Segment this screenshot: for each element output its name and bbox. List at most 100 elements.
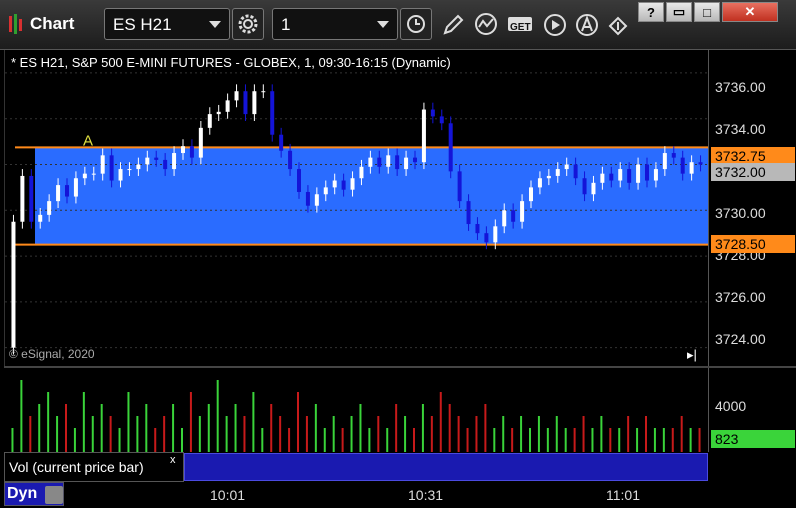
candle-body: [591, 182, 596, 195]
candle-body: [359, 166, 364, 179]
candle-body: [38, 214, 43, 222]
studies-button[interactable]: [472, 10, 502, 40]
candle-body: [288, 150, 293, 170]
window-title: Chart: [30, 14, 75, 33]
candle-body: [56, 185, 61, 202]
volume-legend-label: Vol (current price bar): [9, 459, 144, 475]
maximize-button[interactable]: □: [694, 2, 720, 22]
candle-body: [189, 146, 194, 158]
symbol-input[interactable]: ES H21: [104, 8, 230, 40]
candle-body: [413, 157, 417, 163]
candle-body: [636, 164, 641, 183]
candle-body: [29, 175, 34, 222]
candle-body: [680, 157, 685, 174]
draw-tool-button[interactable]: [438, 10, 468, 40]
lock-icon[interactable]: [45, 486, 63, 504]
candle-body: [582, 178, 587, 195]
maximize-label: □: [703, 4, 711, 20]
vol-tick-label: 4000: [715, 398, 747, 414]
volume-axis: 4000 823: [708, 368, 796, 452]
restore-button[interactable]: ▭: [666, 2, 692, 22]
corner-blank: [708, 452, 796, 508]
candle-body: [386, 155, 391, 167]
candle-body: [270, 91, 275, 135]
candle-body: [47, 201, 52, 215]
close-button[interactable]: ✕: [722, 2, 778, 22]
line-chart-icon: [475, 13, 497, 35]
time-template-button[interactable]: [400, 8, 432, 40]
candle-body: [225, 100, 230, 112]
candle-body: [118, 169, 123, 181]
interval-input[interactable]: 1: [272, 8, 398, 40]
symbol-value: ES H21: [113, 15, 172, 34]
candle-body: [100, 155, 105, 174]
volume-pane[interactable]: [4, 368, 708, 452]
candle-body: [172, 153, 177, 170]
pencil-icon: [443, 14, 464, 35]
candle-body: [609, 173, 614, 181]
scroll-to-end-icon[interactable]: ▸|: [687, 347, 697, 363]
play-button[interactable]: [540, 10, 570, 40]
gear-icon: [238, 14, 258, 34]
candle-body: [350, 178, 355, 190]
get-data-button[interactable]: GET: [506, 10, 536, 40]
candle-body: [207, 114, 212, 128]
candle-body: [332, 180, 337, 188]
candle-body: [430, 109, 435, 117]
candle-body: [671, 153, 676, 158]
time-axis[interactable]: 10:01 10:31 11:01: [68, 482, 708, 508]
price-chart[interactable]: A: [5, 50, 709, 366]
candle-body: [511, 210, 516, 222]
candle-body: [65, 185, 69, 197]
candle-body: [136, 164, 141, 170]
candle-body: [520, 201, 525, 222]
y-tick-label: 3734.00: [715, 121, 766, 137]
candle-body: [529, 187, 533, 202]
candle-body: [314, 194, 319, 206]
candle-body: [73, 178, 78, 197]
candle-body: [216, 111, 221, 115]
get-label: GET: [510, 22, 531, 33]
candle-body: [234, 91, 239, 101]
candle-body: [305, 191, 310, 206]
candle-body: [537, 178, 542, 188]
price-axis[interactable]: 3736.00 3734.00 3730.00 3728.00 3726.00 …: [708, 50, 796, 366]
candle-body: [279, 134, 284, 151]
alert-a-icon: [576, 14, 598, 36]
candle-body: [82, 173, 87, 179]
settings-button[interactable]: [232, 8, 264, 40]
scroll-strip[interactable]: [184, 453, 708, 481]
chart-header: * ES H21, S&P 500 E-MINI FUTURES - GLOBE…: [11, 55, 451, 70]
alert-button[interactable]: [572, 10, 602, 40]
restore-label: ▭: [672, 4, 686, 19]
candle-body: [181, 146, 185, 154]
candle-body: [627, 169, 632, 183]
vol-last-tag: 823: [711, 430, 795, 448]
link-arrows-icon: [608, 16, 628, 36]
chevron-down-icon[interactable]: [209, 21, 221, 28]
x-tick-label: 11:01: [606, 487, 640, 503]
volume-legend[interactable]: Vol (current price bar): [4, 452, 184, 482]
close-study-icon[interactable]: x: [170, 454, 176, 466]
candle-body: [154, 157, 159, 160]
x-tick-label: 10:31: [408, 487, 444, 503]
candle-body: [698, 162, 703, 165]
candle-body: [323, 187, 328, 195]
candle-body: [145, 157, 150, 165]
candle-body: [252, 91, 257, 115]
candle-body: [243, 91, 248, 115]
candle-body: [20, 175, 25, 222]
link-button[interactable]: [604, 10, 634, 40]
candle-body: [662, 153, 667, 170]
play-icon: [544, 14, 566, 36]
candle-body: [448, 123, 453, 172]
help-button[interactable]: ?: [638, 2, 664, 22]
dynamic-button[interactable]: Dyn: [4, 482, 64, 506]
chevron-down-icon[interactable]: [377, 21, 389, 28]
y-tick-label: 3736.00: [715, 79, 766, 95]
candle-body: [377, 157, 382, 167]
lower-line-price-tag: 3728.50: [711, 235, 795, 253]
dyn-label: Dyn: [7, 485, 38, 502]
candle-body: [600, 173, 605, 183]
price-pane[interactable]: A * ES H21, S&P 500 E-MINI FUTURES - GLO…: [4, 50, 709, 366]
